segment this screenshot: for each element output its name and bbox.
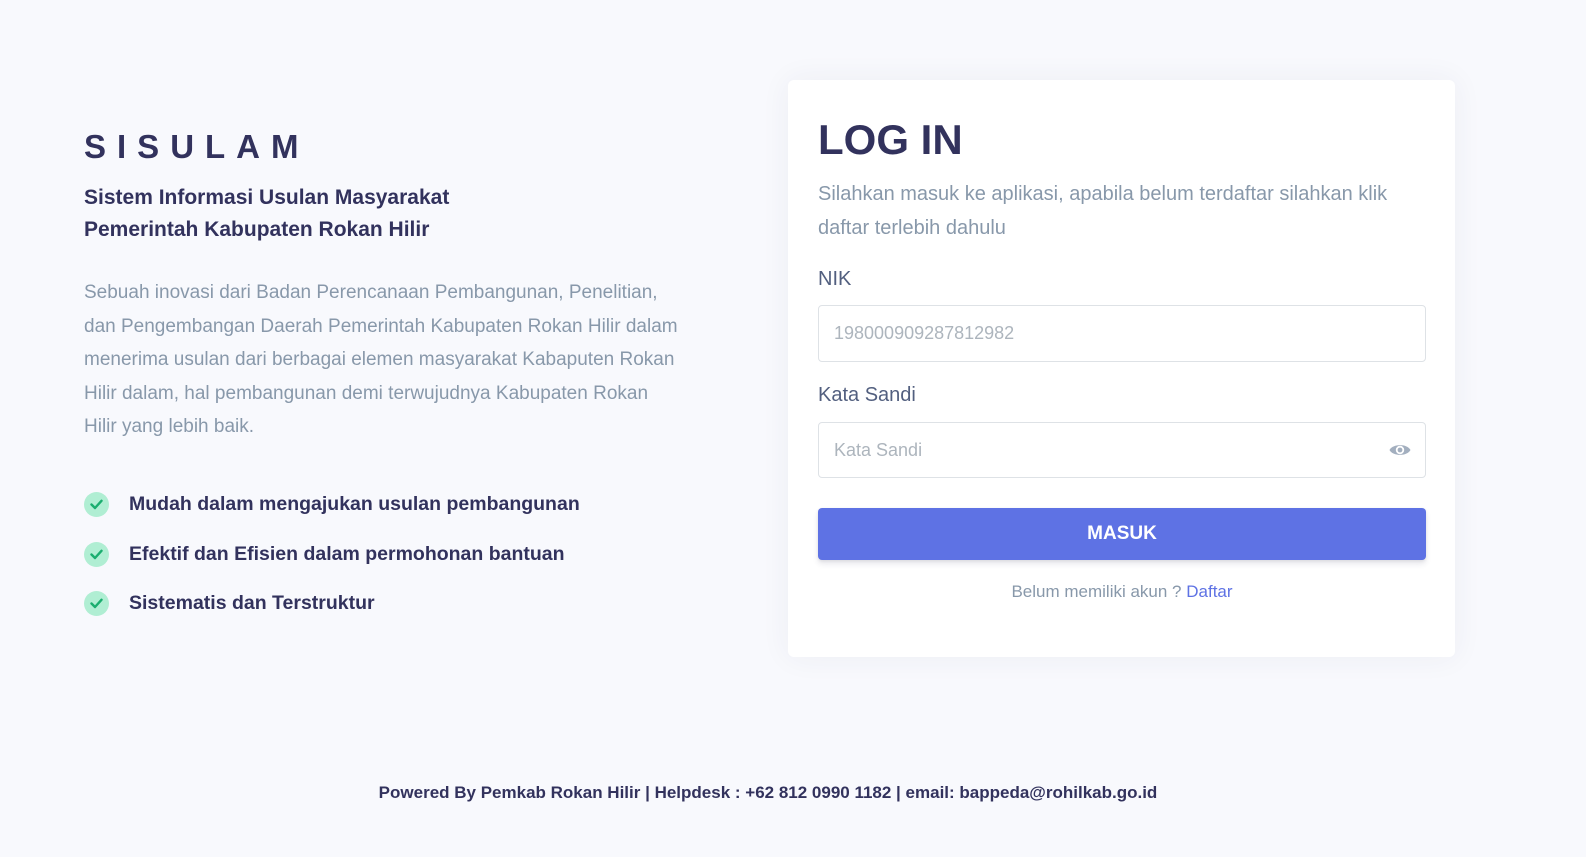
feature-item: Efektif dan Efisien dalam permohonan ban… (84, 539, 684, 569)
check-circle-icon (84, 492, 109, 518)
feature-label: Mudah dalam mengajukan usulan pembanguna… (129, 493, 580, 516)
password-input[interactable] (819, 423, 1425, 477)
login-card: LOG IN Silahkan masuk ke aplikasi, apabi… (788, 80, 1455, 657)
check-circle-icon (84, 591, 109, 617)
password-label: Kata Sandi (818, 384, 916, 406)
feature-item: Mudah dalam mengajukan usulan pembanguna… (84, 490, 684, 520)
signup-text: Belum memiliki akun ? (1011, 582, 1182, 601)
login-button[interactable]: MASUK (818, 508, 1426, 560)
signup-prompt: Belum memiliki akun ? Daftar (818, 582, 1426, 602)
signup-link[interactable]: Daftar (1186, 582, 1232, 601)
subtitle-line-2: Pemerintah Kabupaten Rokan Hilir (84, 218, 430, 241)
feature-item: Sistematis dan Terstruktur (84, 589, 684, 619)
feature-list: Mudah dalam mengajukan usulan pembanguna… (84, 490, 684, 619)
eye-icon[interactable] (1388, 440, 1412, 460)
nik-field-wrapper (818, 305, 1426, 362)
brand-title: SISULAM (84, 128, 310, 165)
password-field-wrapper (818, 422, 1426, 478)
login-description: Silahkan masuk ke aplikasi, apabila belu… (818, 183, 1388, 239)
check-circle-icon (84, 541, 109, 567)
app-subtitle: Sistem Informasi Usulan Masyarakat Pemer… (84, 182, 684, 246)
login-title: LOG IN (818, 116, 963, 163)
nik-input[interactable] (819, 306, 1425, 361)
intro-section: SISULAM Sistem Informasi Usulan Masyarak… (84, 126, 684, 638)
subtitle-line-1: Sistem Informasi Usulan Masyarakat (84, 186, 450, 209)
footer-text: Powered By Pemkab Rokan Hilir | Helpdesk… (378, 783, 1158, 802)
feature-label: Efektif dan Efisien dalam permohonan ban… (129, 542, 565, 565)
nik-label: NIK (818, 268, 852, 290)
feature-label: Sistematis dan Terstruktur (129, 592, 375, 615)
app-description: Sebuah inovasi dari Badan Perencanaan Pe… (84, 282, 678, 438)
